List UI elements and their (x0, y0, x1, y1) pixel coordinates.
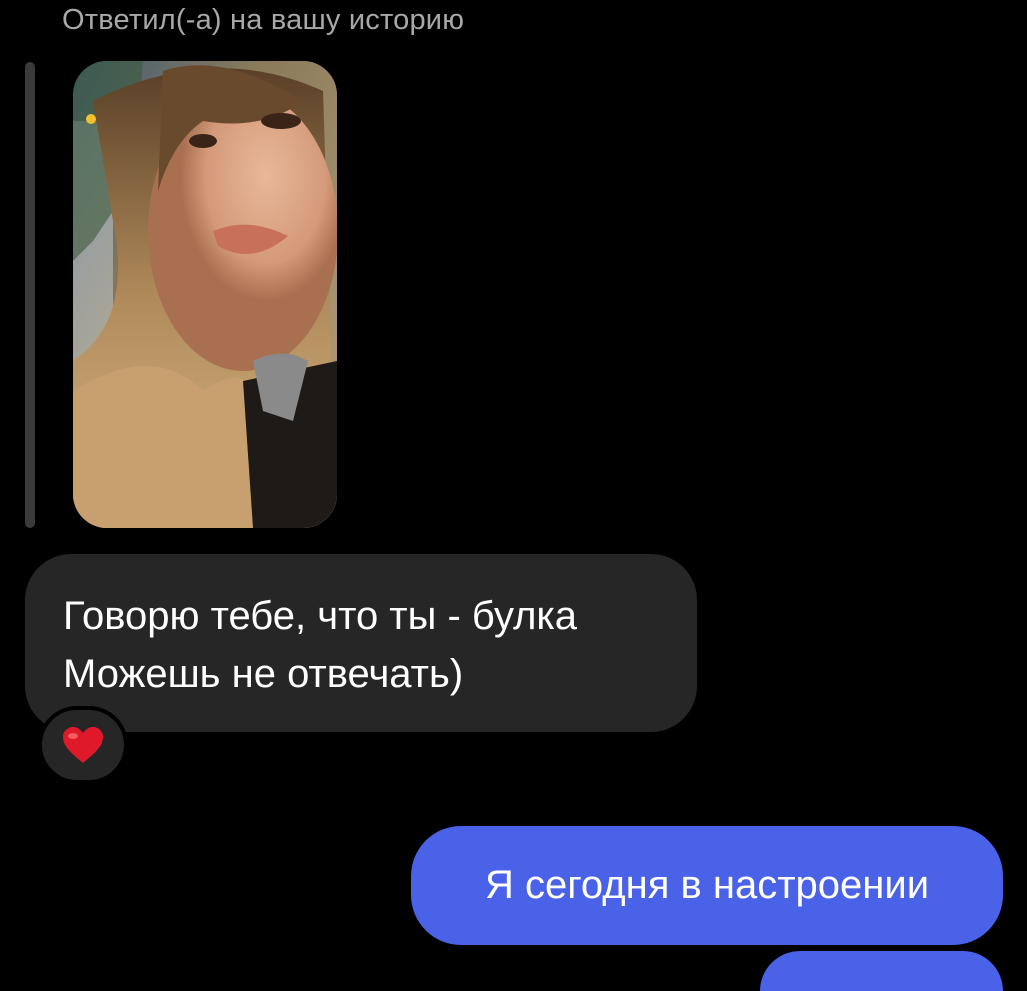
heart-icon (63, 727, 103, 763)
incoming-message-bubble[interactable]: Говорю тебе, что ты - булка Можешь не от… (25, 554, 697, 732)
story-photo (73, 61, 337, 528)
quote-bar (25, 62, 35, 528)
story-reply-caption: Ответил(-а) на вашу историю (62, 4, 465, 36)
outgoing-message-bubble[interactable]: Я сегодня в настроении (411, 826, 1003, 945)
message-line: Можешь не отвечать) (63, 652, 464, 696)
outgoing-message-bubble-partial[interactable] (760, 951, 1003, 991)
message-text: Я сегодня в настроении (484, 863, 930, 907)
story-thumbnail[interactable] (73, 61, 337, 528)
reaction-badge[interactable] (38, 706, 128, 784)
message-line: Говорю тебе, что ты - булка (63, 594, 578, 638)
